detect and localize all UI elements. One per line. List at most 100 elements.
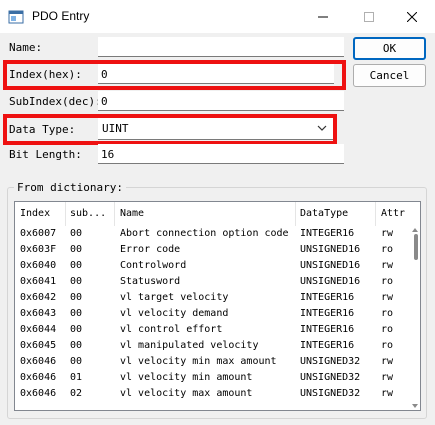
- cell-datatype: INTEGER16: [300, 292, 355, 303]
- cell-index: 0x6042: [20, 292, 57, 303]
- cell-datatype: UNSIGNED16: [300, 276, 361, 287]
- cell-datatype: INTEGER16: [300, 340, 355, 351]
- cell-subindex: 00: [70, 228, 83, 239]
- table-row[interactable]: 0x6046 00 vl velocity min max amount UNS…: [15, 355, 411, 371]
- dictionary-group-title: From dictionary:: [14, 181, 126, 194]
- column-divider[interactable]: [295, 202, 296, 226]
- column-header-attr[interactable]: Attr: [381, 208, 409, 219]
- subindex-label: SubIndex(dec):: [9, 95, 102, 108]
- bitlength-label: Bit Length:: [9, 148, 82, 161]
- cell-subindex: 00: [70, 244, 83, 255]
- cell-index: 0x6041: [20, 276, 57, 287]
- cell-index: 0x6046: [20, 372, 57, 383]
- cell-attr: rw: [381, 228, 394, 239]
- table-row[interactable]: 0x6040 00 Controlword UNSIGNED16 rw: [15, 259, 411, 275]
- cell-subindex: 00: [70, 308, 83, 319]
- cell-index: 0x6007: [20, 228, 57, 239]
- column-divider[interactable]: [114, 202, 115, 226]
- table-row[interactable]: 0x6041 00 Statusword UNSIGNED16 ro: [15, 275, 411, 291]
- cell-datatype: INTEGER16: [300, 324, 355, 335]
- cell-name: vl velocity min max amount: [120, 356, 277, 367]
- cell-name: vl manipulated velocity: [120, 340, 259, 351]
- table-row[interactable]: 0x6043 00 vl velocity demand INTEGER16 r…: [15, 307, 411, 323]
- column-divider[interactable]: [375, 202, 376, 226]
- column-header-name[interactable]: Name: [120, 208, 290, 219]
- bitlength-value: 16: [101, 148, 115, 161]
- column-header-subindex[interactable]: sub...: [70, 208, 112, 219]
- list-header: Index sub... Name DataType Attr: [15, 202, 420, 226]
- subindex-field[interactable]: 0: [98, 91, 344, 111]
- subindex-value: 0: [101, 95, 108, 108]
- cell-name: vl control effort: [120, 324, 223, 335]
- cell-attr: ro: [381, 244, 394, 255]
- datatype-highlight: [3, 114, 337, 145]
- close-button[interactable]: [389, 0, 435, 33]
- vertical-scrollbar[interactable]: [410, 226, 420, 410]
- cell-index: 0x6040: [20, 260, 57, 271]
- cancel-button[interactable]: Cancel: [353, 64, 426, 87]
- cell-index: 0x6046: [20, 356, 57, 367]
- column-header-datatype[interactable]: DataType: [300, 208, 372, 219]
- cell-name: vl velocity max amount: [120, 388, 253, 399]
- ok-button[interactable]: OK: [353, 37, 426, 60]
- cell-index: 0x603F: [20, 244, 57, 255]
- cell-datatype: UNSIGNED32: [300, 356, 361, 367]
- cell-index: 0x6043: [20, 308, 57, 319]
- cell-attr: rw: [381, 388, 394, 399]
- app-window-icon: [8, 10, 24, 24]
- cell-attr: ro: [381, 324, 394, 335]
- window-title: PDO Entry: [32, 9, 90, 23]
- scrollbar-thumb[interactable]: [414, 234, 418, 260]
- index-highlight: [3, 60, 346, 90]
- minimize-icon: [318, 16, 328, 17]
- cell-datatype: INTEGER16: [300, 228, 355, 239]
- cell-attr: rw: [381, 372, 394, 383]
- bitlength-field[interactable]: 16: [98, 144, 344, 164]
- table-row[interactable]: 0x6042 00 vl target velocity INTEGER16 r…: [15, 291, 411, 307]
- cell-attr: rw: [381, 356, 394, 367]
- table-row[interactable]: 0x6045 00 vl manipulated velocity INTEGE…: [15, 339, 411, 355]
- cell-attr: ro: [381, 308, 394, 319]
- cell-name: vl velocity min amount: [120, 372, 253, 383]
- cell-attr: ro: [381, 340, 394, 351]
- column-divider[interactable]: [65, 202, 66, 226]
- cell-subindex: 00: [70, 356, 83, 367]
- cell-name: Controlword: [120, 260, 187, 271]
- column-header-index[interactable]: Index: [20, 208, 64, 219]
- cell-index: 0x6044: [20, 324, 57, 335]
- maximize-button[interactable]: [346, 0, 392, 33]
- cell-datatype: UNSIGNED32: [300, 388, 361, 399]
- cell-subindex: 01: [70, 372, 83, 383]
- cell-name: Abort connection option code: [120, 228, 289, 239]
- cell-subindex: 00: [70, 340, 83, 351]
- cell-datatype: UNSIGNED16: [300, 260, 361, 271]
- cell-subindex: 00: [70, 324, 83, 335]
- name-field[interactable]: [98, 37, 344, 57]
- cell-index: 0x6046: [20, 388, 57, 399]
- close-icon: [407, 11, 417, 22]
- table-row[interactable]: 0x603F 00 Error code UNSIGNED16 ro: [15, 243, 411, 259]
- maximize-icon: [364, 11, 374, 22]
- table-row[interactable]: 0x6044 00 vl control effort INTEGER16 ro: [15, 323, 411, 339]
- title-bar[interactable]: PDO Entry: [0, 0, 435, 33]
- cell-datatype: UNSIGNED32: [300, 372, 361, 383]
- cell-attr: rw: [381, 292, 394, 303]
- cell-name: vl target velocity: [120, 292, 229, 303]
- cell-name: Statusword: [120, 276, 181, 287]
- cell-index: 0x6045: [20, 340, 57, 351]
- cell-name: vl velocity demand: [120, 308, 229, 319]
- cell-name: Error code: [120, 244, 181, 255]
- table-row[interactable]: 0x6046 01 vl velocity min amount UNSIGNE…: [15, 371, 411, 387]
- cell-attr: rw: [381, 260, 394, 271]
- cell-subindex: 02: [70, 388, 83, 399]
- cell-subindex: 00: [70, 292, 83, 303]
- table-row[interactable]: 0x6007 00 Abort connection option code I…: [15, 227, 411, 243]
- scroll-down-icon[interactable]: [411, 403, 419, 409]
- cell-datatype: INTEGER16: [300, 308, 355, 319]
- cell-datatype: UNSIGNED16: [300, 244, 361, 255]
- scroll-up-icon[interactable]: [411, 227, 419, 233]
- dictionary-list[interactable]: Index sub... Name DataType Attr 0x6007 0…: [14, 201, 421, 411]
- table-row[interactable]: 0x6046 02 vl velocity max amount UNSIGNE…: [15, 387, 411, 403]
- minimize-button[interactable]: [300, 0, 346, 33]
- name-label: Name:: [9, 41, 43, 54]
